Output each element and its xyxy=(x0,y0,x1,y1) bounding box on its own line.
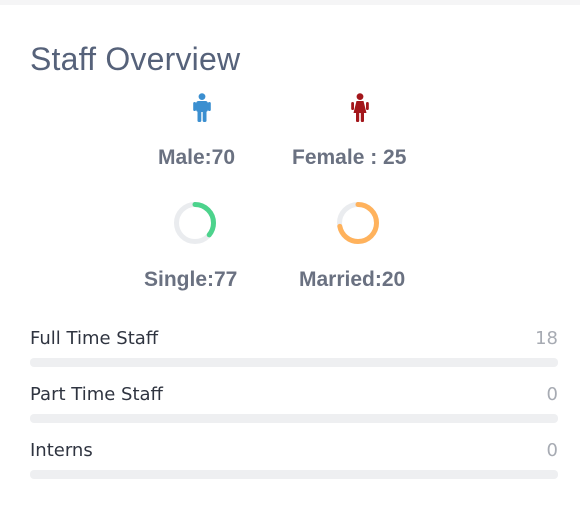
married-count: Married:20 xyxy=(299,268,406,291)
staff-row-value: 0 xyxy=(546,440,558,461)
staff-row-progress-track xyxy=(30,414,558,423)
single-count: Single:77 xyxy=(144,268,238,291)
staff-row-interns: Interns 0 xyxy=(30,440,558,480)
staff-row-label: Part Time Staff xyxy=(30,384,163,405)
married-ring-chart xyxy=(337,202,379,244)
staff-overview-card: Staff Overview Male:70 Female : 25 Singl… xyxy=(0,5,580,524)
male-count: Male:70 xyxy=(158,146,236,169)
staff-row-full-time: Full Time Staff 18 xyxy=(30,328,558,368)
staff-row-part-time: Part Time Staff 0 xyxy=(30,384,558,424)
staff-row-value: 0 xyxy=(546,384,558,405)
staff-row-label: Full Time Staff xyxy=(30,328,159,349)
staff-row-progress-track xyxy=(30,470,558,479)
card-title: Staff Overview xyxy=(30,41,241,77)
single-ring-chart xyxy=(174,202,216,244)
staff-row-value: 18 xyxy=(535,328,558,349)
female-person-icon xyxy=(351,93,369,122)
male-person-icon xyxy=(193,93,211,122)
female-count: Female : 25 xyxy=(292,146,407,169)
staff-row-progress-track xyxy=(30,358,558,367)
staff-row-label: Interns xyxy=(30,440,93,461)
